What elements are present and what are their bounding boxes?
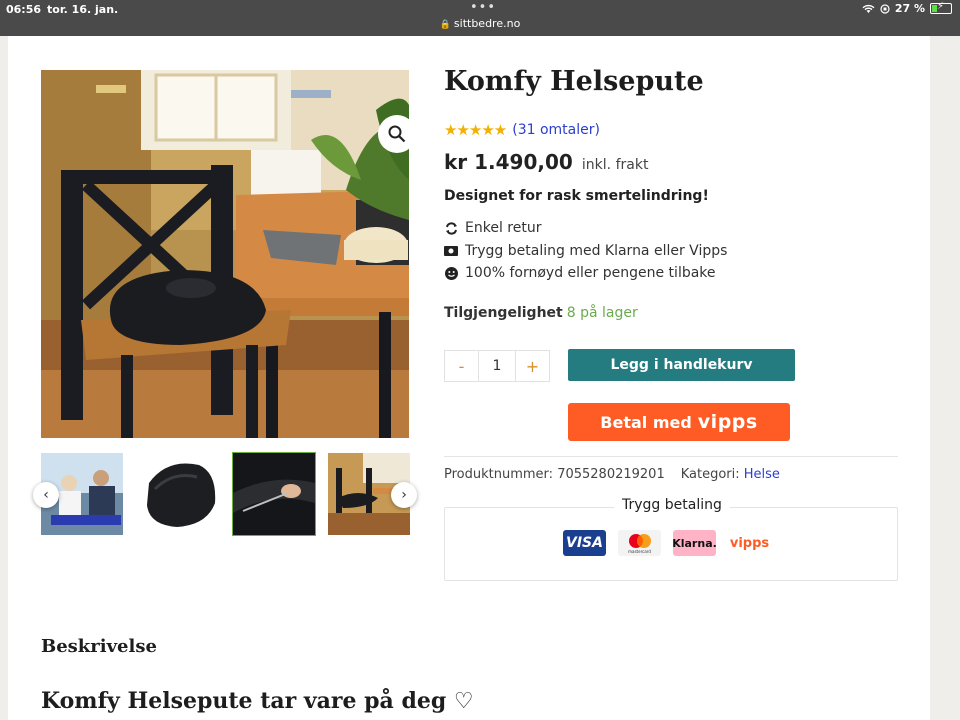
rating: ★★★★★ (31 omtaler) [444, 121, 600, 139]
feature-text: Enkel retur [465, 220, 542, 237]
zoom-button[interactable] [378, 115, 409, 153]
feature-list: Enkel retur Trygg betaling med Klarna el… [444, 217, 727, 285]
product-main-image[interactable] [41, 70, 409, 438]
secure-payment-title: Trygg betaling [614, 497, 730, 513]
reviews-link[interactable]: (31 omtaler) [512, 122, 600, 138]
chair-cushion-photo [41, 70, 409, 438]
orientation-lock-icon [880, 3, 890, 14]
status-time: 06:56 [6, 3, 42, 16]
stock-value: 8 på lager [566, 305, 638, 321]
vipps-pay-label: Betal med [600, 412, 692, 432]
money-icon [444, 244, 458, 258]
description-heading: Beskrivelse [41, 636, 157, 657]
status-indicators: 27 % ⚡ [862, 1, 952, 15]
mastercard-icon [628, 533, 651, 548]
vipps-pay-button[interactable]: Betal med vipps [568, 403, 790, 441]
feature-item: Trygg betaling med Klarna eller Vipps [444, 240, 727, 263]
product-title: Komfy Helsepute [444, 66, 704, 97]
feature-text: Trygg betaling med Klarna eller Vipps [465, 242, 728, 259]
address-bar[interactable]: 🔒 sittbedre.no [0, 17, 960, 30]
refresh-icon [444, 221, 458, 235]
product-page: ‹ › Komfy Helsepute ★★★★★ (31 omtaler) k… [8, 36, 930, 720]
chevron-left-icon: ‹ [43, 487, 49, 503]
stock-status: Tilgjengelighet 8 på lager [444, 305, 638, 321]
increase-quantity-button[interactable]: + [516, 351, 549, 381]
lock-icon: 🔒 [439, 20, 451, 30]
url-text: sittbedre.no [453, 17, 521, 30]
quantity-stepper: - 1 + [444, 350, 550, 382]
wifi-icon [862, 4, 875, 13]
vipps-payment-logo: vipps [728, 530, 771, 556]
thumbnail-2[interactable] [137, 453, 219, 535]
divider [444, 456, 898, 457]
star-rating-icon: ★★★★★ [444, 121, 507, 139]
feature-item: Enkel retur [444, 217, 727, 240]
visa-logo: VISA [563, 530, 606, 556]
product-meta: Produktnummer: 7055280219201 Kategori: H… [444, 467, 780, 482]
thumbnail-3[interactable] [232, 452, 316, 536]
thumbnail-gallery: ‹ › [33, 452, 417, 536]
add-to-cart-button[interactable]: Legg i handlekurv [568, 349, 795, 381]
magnifier-icon [388, 125, 406, 143]
price-suffix: inkl. frakt [581, 157, 649, 173]
more-dots-icon[interactable]: ••• [470, 0, 496, 15]
mastercard-logo: mastercard [618, 530, 661, 556]
smile-icon [444, 266, 458, 280]
category-link[interactable]: Helse [744, 467, 780, 482]
price-amount: kr 1.490,00 [444, 150, 573, 174]
status-bar: 06:56 tor. 16. jan. ••• 🔒 sittbedre.no 27… [0, 0, 960, 36]
feature-text: 100% fornøyd eller pengene tilbake [465, 265, 716, 282]
quantity-input[interactable]: 1 [478, 351, 516, 381]
status-date: tor. 16. jan. [47, 3, 119, 16]
chevron-right-icon: › [401, 487, 407, 503]
decrease-quantity-button[interactable]: - [445, 351, 478, 381]
prev-thumbnail-button[interactable]: ‹ [33, 482, 59, 508]
battery-icon: ⚡ [930, 1, 952, 14]
category: Kategori: Helse [680, 467, 780, 482]
stock-label: Tilgjengelighet [444, 305, 563, 321]
vipps-logo: vipps [697, 411, 758, 433]
sku: Produktnummer: 7055280219201 [444, 467, 665, 482]
payment-logos: VISA mastercard Klarna. vipps [563, 530, 771, 556]
next-thumbnail-button[interactable]: › [391, 482, 417, 508]
product-tagline: Designet for rask smertelindring! [444, 188, 709, 204]
price: kr 1.490,00 inkl. frakt [444, 150, 648, 174]
feature-item: 100% fornøyd eller pengene tilbake [444, 262, 727, 285]
description-subheading: Komfy Helsepute tar vare på deg ♡ [41, 688, 474, 714]
klarna-logo: Klarna. [672, 530, 717, 556]
battery-percent: 27 % [894, 2, 925, 15]
